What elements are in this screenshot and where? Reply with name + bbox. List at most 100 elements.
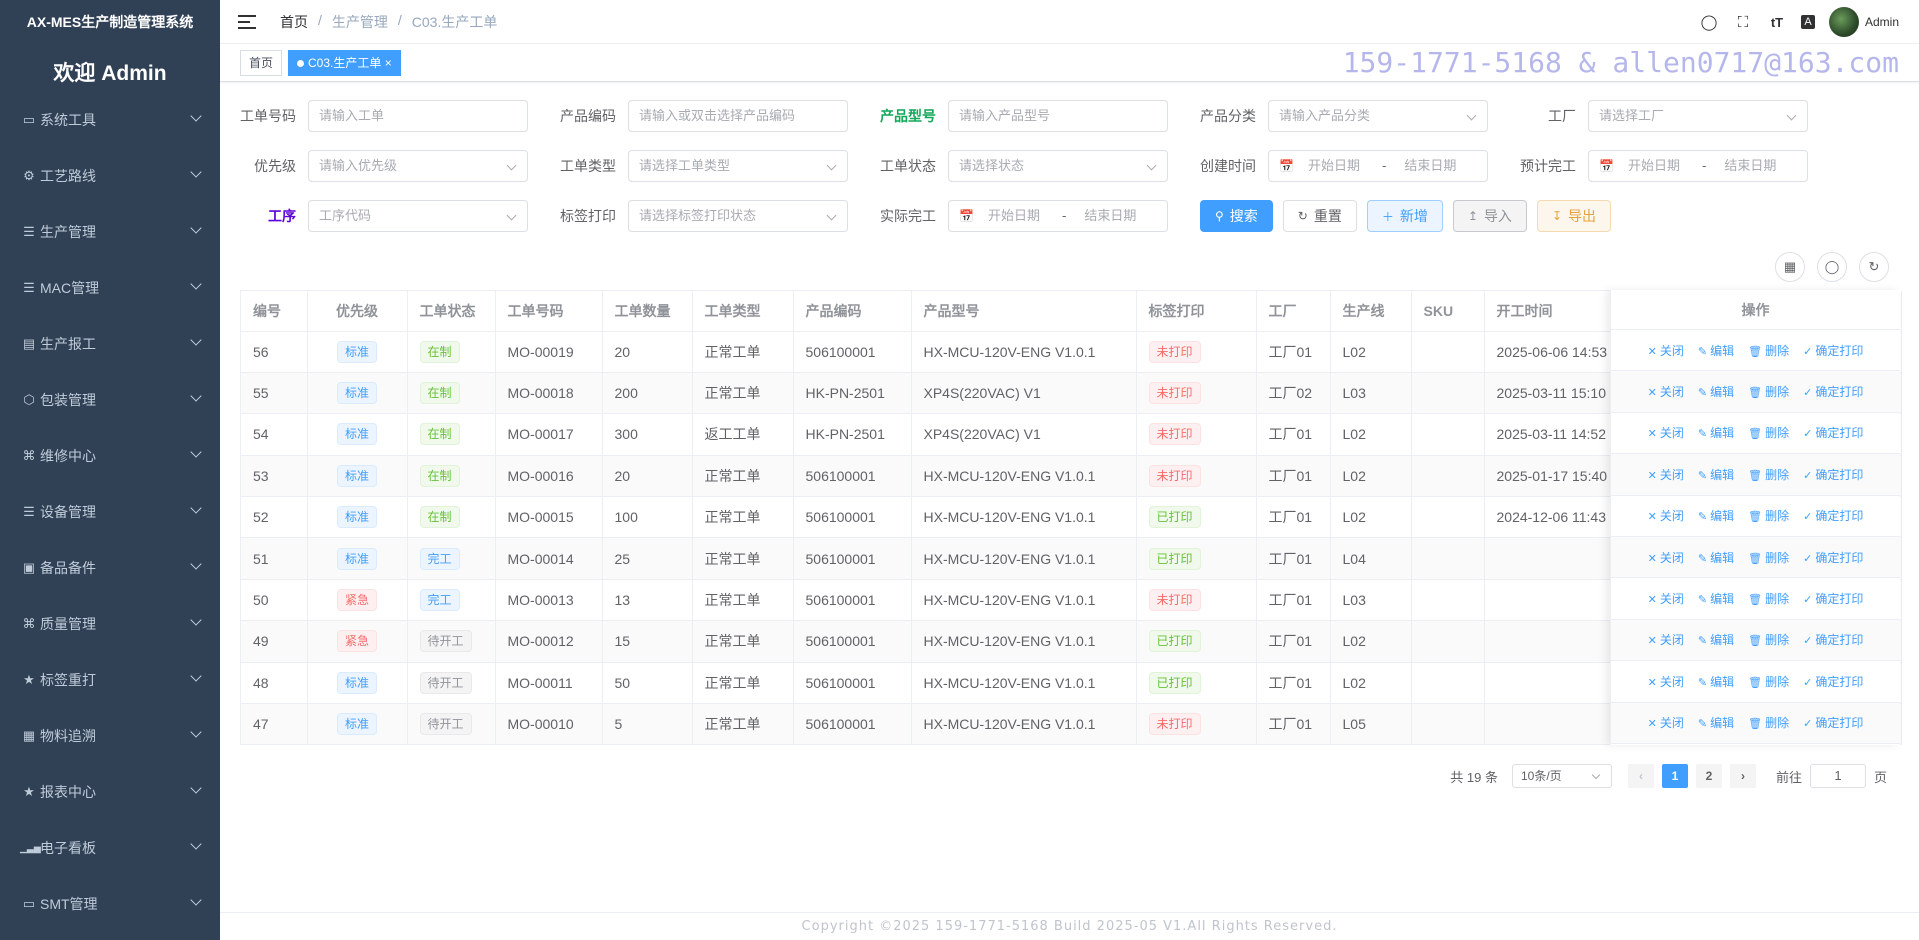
- delete-button[interactable]: 🗑 删除: [1748, 466, 1789, 483]
- delete-button[interactable]: 🗑 删除: [1748, 714, 1789, 731]
- delete-button[interactable]: 🗑 删除: [1748, 549, 1789, 566]
- product-model-input[interactable]: 请输入产品型号: [948, 100, 1168, 132]
- page-size-select[interactable]: 10条/页: [1511, 764, 1612, 788]
- close-button[interactable]: ✕ 关闭: [1648, 507, 1684, 524]
- label-print-select[interactable]: 请选择标签打印状态: [628, 200, 848, 232]
- tag-home[interactable]: 首页: [240, 49, 283, 76]
- grid-icon[interactable]: ▦: [1775, 252, 1805, 282]
- sidebar-item-6[interactable]: ⌘ 维修中心: [0, 438, 220, 494]
- product-category-select[interactable]: 请输入产品分类: [1268, 100, 1488, 132]
- edit-button[interactable]: ✎ 编辑: [1698, 673, 1734, 690]
- column-header[interactable]: 工单类型: [692, 291, 794, 332]
- column-header[interactable]: SKU: [1411, 291, 1485, 332]
- sidebar-item-12[interactable]: ★ 报表中心: [0, 774, 220, 830]
- created-time-range[interactable]: 📅 开始日期 - 结束日期: [1268, 150, 1488, 182]
- delete-button[interactable]: 🗑 删除: [1748, 673, 1789, 690]
- import-button[interactable]: ↥ 导入: [1452, 200, 1527, 232]
- edit-button[interactable]: ✎ 编辑: [1698, 549, 1734, 566]
- prev-page-button[interactable]: ‹: [1627, 764, 1654, 788]
- sidebar-item-3[interactable]: ☰ MAC管理: [0, 270, 220, 326]
- edit-button[interactable]: ✎ 编辑: [1698, 383, 1734, 400]
- confirm-print-button[interactable]: ✓ 确定打印: [1803, 673, 1863, 690]
- close-button[interactable]: ✕ 关闭: [1648, 466, 1684, 483]
- page-button-2[interactable]: 2: [1695, 764, 1722, 788]
- language-icon[interactable]: A: [1800, 15, 1815, 29]
- confirm-print-button[interactable]: ✓ 确定打印: [1803, 383, 1863, 400]
- sidebar-item-0[interactable]: ▭ 系统工具: [0, 102, 220, 158]
- close-icon[interactable]: ×: [385, 56, 392, 70]
- delete-button[interactable]: 🗑 删除: [1748, 424, 1789, 441]
- confirm-print-button[interactable]: ✓ 确定打印: [1803, 590, 1863, 607]
- search-icon[interactable]: ◯: [1817, 252, 1847, 282]
- close-button[interactable]: ✕ 关闭: [1648, 383, 1684, 400]
- confirm-print-button[interactable]: ✓ 确定打印: [1803, 342, 1863, 359]
- column-header[interactable]: 产品编码: [793, 291, 912, 332]
- sidebar-item-7[interactable]: ☰ 设备管理: [0, 494, 220, 550]
- order-status-select[interactable]: 请选择状态: [948, 150, 1168, 182]
- sidebar-item-10[interactable]: ★ 标签重打: [0, 662, 220, 718]
- column-header[interactable]: 产品型号: [911, 291, 1137, 332]
- delete-button[interactable]: 🗑 删除: [1748, 383, 1789, 400]
- confirm-print-button[interactable]: ✓ 确定打印: [1803, 549, 1863, 566]
- process-select[interactable]: 工序代码: [308, 200, 528, 232]
- actual-finish-range[interactable]: 📅 开始日期 - 结束日期: [948, 200, 1168, 232]
- breadcrumb-production[interactable]: 生产管理: [332, 12, 388, 32]
- column-header[interactable]: 工单状态: [407, 291, 496, 332]
- sidebar-item-9[interactable]: ⌘ 质量管理: [0, 606, 220, 662]
- close-button[interactable]: ✕ 关闭: [1648, 673, 1684, 690]
- confirm-print-button[interactable]: ✓ 确定打印: [1803, 466, 1863, 483]
- delete-button[interactable]: 🗑 删除: [1748, 590, 1789, 607]
- goto-page-input[interactable]: 1: [1809, 764, 1866, 788]
- column-header[interactable]: 生产线: [1330, 291, 1412, 332]
- sidebar-item-5[interactable]: ⬡ 包装管理: [0, 382, 220, 438]
- sidebar-item-2[interactable]: ☰ 生产管理: [0, 214, 220, 270]
- sidebar-item-4[interactable]: ▤ 生产报工: [0, 326, 220, 382]
- sidebar-item-1[interactable]: ⚙ 工艺路线: [0, 158, 220, 214]
- close-button[interactable]: ✕ 关闭: [1648, 549, 1684, 566]
- delete-button[interactable]: 🗑 删除: [1748, 507, 1789, 524]
- edit-button[interactable]: ✎ 编辑: [1698, 342, 1734, 359]
- confirm-print-button[interactable]: ✓ 确定打印: [1803, 424, 1863, 441]
- column-header[interactable]: 编号: [241, 291, 308, 332]
- column-header[interactable]: 标签打印: [1136, 291, 1257, 332]
- column-header[interactable]: 优先级: [307, 291, 408, 332]
- delete-button[interactable]: 🗑 删除: [1748, 342, 1789, 359]
- sidebar-item-13[interactable]: ▁▃▅ 电子看板: [0, 830, 220, 886]
- order-type-select[interactable]: 请选择工单类型: [628, 150, 848, 182]
- user-name[interactable]: Admin: [1865, 15, 1899, 29]
- export-button[interactable]: ↧ 导出: [1536, 200, 1611, 232]
- planned-finish-range[interactable]: 📅 开始日期 - 结束日期: [1588, 150, 1808, 182]
- product-code-input[interactable]: 请输入或双击选择产品编码: [628, 100, 848, 132]
- column-header[interactable]: 工单号码: [495, 291, 603, 332]
- close-button[interactable]: ✕ 关闭: [1648, 590, 1684, 607]
- column-header[interactable]: 工厂: [1256, 291, 1331, 332]
- page-button-1[interactable]: 1: [1661, 764, 1688, 788]
- refresh-icon[interactable]: ↻: [1859, 252, 1889, 282]
- order-no-input[interactable]: 请输入工单: [308, 100, 528, 132]
- sidebar-item-14[interactable]: ▭ SMT管理: [0, 886, 220, 940]
- font-size-icon[interactable]: tT: [1767, 15, 1787, 30]
- sidebar-item-8[interactable]: ▣ 备品备件: [0, 550, 220, 606]
- priority-select[interactable]: 请输入优先级: [308, 150, 528, 182]
- edit-button[interactable]: ✎ 编辑: [1698, 590, 1734, 607]
- search-button[interactable]: ⚲ 搜索: [1200, 200, 1273, 232]
- hamburger-icon[interactable]: [238, 14, 256, 29]
- confirm-print-button[interactable]: ✓ 确定打印: [1803, 631, 1863, 648]
- close-button[interactable]: ✕ 关闭: [1648, 424, 1684, 441]
- factory-select[interactable]: 请选择工厂: [1588, 100, 1808, 132]
- reset-button[interactable]: ↻ 重置: [1282, 200, 1357, 232]
- next-page-button[interactable]: ›: [1729, 764, 1756, 788]
- add-button[interactable]: ＋ 新增: [1366, 200, 1443, 232]
- edit-button[interactable]: ✎ 编辑: [1698, 631, 1734, 648]
- tag-active[interactable]: C03.生产工单 ×: [288, 49, 401, 76]
- sidebar-item-11[interactable]: ▦ 物料追溯: [0, 718, 220, 774]
- edit-button[interactable]: ✎ 编辑: [1698, 507, 1734, 524]
- search-icon[interactable]: ◯: [1699, 13, 1719, 31]
- avatar[interactable]: [1828, 7, 1859, 37]
- delete-button[interactable]: 🗑 删除: [1748, 631, 1789, 648]
- fullscreen-icon[interactable]: ⛶: [1733, 14, 1753, 31]
- close-button[interactable]: ✕ 关闭: [1648, 714, 1684, 731]
- edit-button[interactable]: ✎ 编辑: [1698, 714, 1734, 731]
- close-button[interactable]: ✕ 关闭: [1648, 631, 1684, 648]
- edit-button[interactable]: ✎ 编辑: [1698, 424, 1734, 441]
